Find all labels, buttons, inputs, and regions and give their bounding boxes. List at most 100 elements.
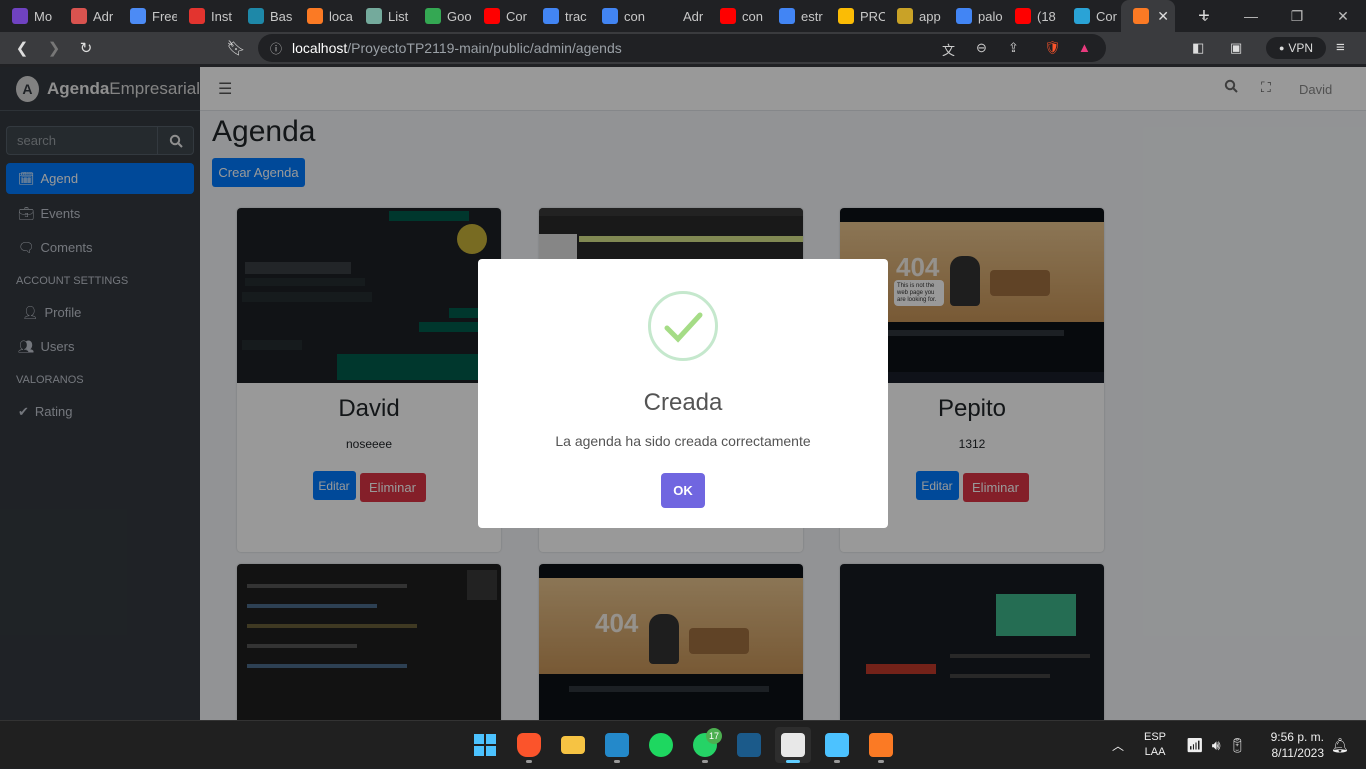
browser-tab-strip: Mo Adr Free Inst Bas loca List Goo Cor trac con Adr… — [0, 0, 1366, 32]
taskbar-vscode[interactable] — [599, 727, 635, 763]
browser-tab[interactable]: con — [708, 0, 767, 32]
xampp-icon — [869, 733, 893, 757]
taskbar-whatsapp[interactable]: 17 — [687, 727, 723, 763]
chatgpt-icon — [366, 8, 382, 24]
address-bar[interactable]: ⓘ localhost/ProyectoTP2119-main/public/a… — [258, 34, 1106, 62]
share-icon[interactable]: ⇪ — [1008, 40, 1019, 56]
mysql-icon — [737, 733, 761, 757]
tab-search-chevron-icon[interactable]: ⌄ — [1182, 8, 1228, 25]
clock-time: 9:56 p. m. — [1270, 730, 1324, 744]
browser-tab-label: loca — [329, 8, 353, 24]
laravel-icon — [189, 8, 205, 24]
taskbar-notepad[interactable] — [819, 727, 855, 763]
notepad-icon — [825, 733, 849, 757]
youtube-icon — [720, 8, 736, 24]
browser-tab[interactable]: Inst — [177, 0, 236, 32]
taskbar-mysql-workbench[interactable] — [731, 727, 767, 763]
taskbar-brave[interactable] — [511, 727, 547, 763]
clock[interactable]: 9:56 p. m. 8/11/2023 — [1264, 721, 1324, 769]
lang-layout: LAA — [1144, 746, 1166, 758]
zoom-icon[interactable]: ⊖ — [976, 40, 987, 56]
browser-tab[interactable]: Cor — [1062, 0, 1121, 32]
browser-tab[interactable]: estr — [767, 0, 826, 32]
close-window-button[interactable]: ✕ — [1320, 8, 1366, 25]
show-hidden-icons[interactable]: ︿ — [1112, 721, 1124, 769]
google-icon — [779, 8, 795, 24]
browser-tab[interactable]: loca — [295, 0, 354, 32]
dialog-title: Creada — [643, 389, 723, 416]
browser-tab[interactable]: PRO — [826, 0, 885, 32]
taskbar: 17 ︿ ESP LAA 📶︎ 🔊︎ 🔋︎ 9:56 p. m. 8/11/20… — [0, 720, 1366, 768]
spotify-icon — [649, 733, 673, 757]
wifi-icon: 📶︎ — [1186, 736, 1204, 753]
forward-icon[interactable]: ❯ — [38, 39, 70, 57]
system-tray[interactable]: 📶︎ 🔊︎ 🔋︎ — [1186, 721, 1246, 769]
browser-tab-label: palo — [978, 8, 1003, 24]
translate-icon[interactable]: 文 — [942, 40, 955, 59]
browser-tab[interactable]: (18 — [1003, 0, 1062, 32]
reload-icon[interactable]: ↻ — [70, 39, 102, 57]
browser-tab[interactable]: Goo — [413, 0, 472, 32]
browser-tab-label: Mo — [34, 8, 53, 24]
bookmark-icon[interactable]: 🔖︎ — [220, 39, 252, 57]
clock-date: 8/11/2023 — [1271, 746, 1325, 760]
cloud-icon — [1074, 8, 1090, 24]
b-letter-icon — [12, 8, 28, 24]
google-drive-icon — [838, 8, 854, 24]
browser-tab[interactable]: palo — [944, 0, 1003, 32]
s-letter-icon — [248, 8, 264, 24]
browser-tab-label: Inst — [211, 8, 232, 24]
taskbar-spotify[interactable] — [643, 727, 679, 763]
browser-tab-label: Goo — [447, 8, 472, 24]
browser-tab[interactable]: Free — [118, 0, 177, 32]
brave-shields-icon[interactable]: 🛡︎ — [1044, 40, 1061, 56]
dot-icon — [71, 8, 87, 24]
browser-tab[interactable]: app — [885, 0, 944, 32]
taskbar-snipping-tool[interactable] — [775, 727, 811, 763]
taskbar-file-explorer[interactable] — [555, 727, 591, 763]
browser-tab-label: app — [919, 8, 941, 24]
browser-tab-label: List — [388, 8, 409, 24]
brave-rewards-icon[interactable]: ▲ — [1078, 40, 1091, 55]
minimize-button[interactable]: — — [1228, 8, 1274, 24]
browser-tab[interactable]: Bas — [236, 0, 295, 32]
wallet-icon[interactable]: ▣ — [1230, 40, 1242, 56]
url-path: /ProyectoTP2119-main/public/admin/agends — [347, 40, 622, 56]
browser-tab-label: con — [624, 8, 645, 24]
notification-badge: 17 — [706, 728, 722, 744]
web-page: A AgendaEmpresarial 🗓︎Agend 💼︎Events 🗨︎C… — [0, 67, 1366, 720]
start-button[interactable] — [467, 727, 503, 763]
back-icon[interactable]: ❮ — [6, 39, 38, 57]
restore-button[interactable]: ❐ — [1274, 8, 1320, 25]
browser-tab[interactable]: ✕ — [1121, 0, 1175, 32]
sidebar-toggle-icon[interactable]: ◧ — [1192, 40, 1204, 56]
browser-tab[interactable]: Adr — [649, 0, 708, 32]
browser-tab-label: con — [742, 8, 763, 24]
vpn-label: VPN — [1288, 41, 1314, 55]
folder-icon — [561, 736, 585, 754]
site-info-icon[interactable]: ⓘ — [270, 40, 282, 57]
close-tab-icon[interactable]: ✕ — [1157, 8, 1169, 25]
flag-icon — [130, 8, 146, 24]
xampp-icon — [1133, 8, 1149, 24]
snipping-tool-icon — [781, 733, 805, 757]
google-icon — [543, 8, 559, 24]
language-indicator[interactable]: ESP LAA — [1144, 721, 1166, 769]
vpn-button[interactable]: ● VPN — [1266, 37, 1326, 59]
browser-tab[interactable]: con — [590, 0, 649, 32]
ok-button[interactable]: OK — [661, 473, 705, 508]
browser-tab[interactable]: List — [354, 0, 413, 32]
browser-tab[interactable]: Mo — [0, 0, 59, 32]
windows-icon — [474, 734, 496, 756]
browser-tab-label: (18 — [1037, 8, 1056, 24]
browser-tab[interactable]: trac — [531, 0, 590, 32]
volume-icon: 🔊︎ — [1211, 736, 1221, 753]
browser-tab[interactable]: Adr — [59, 0, 118, 32]
menu-icon[interactable]: ≡ — [1336, 39, 1345, 56]
browser-tab[interactable]: Cor — [472, 0, 531, 32]
lang-code: ESP — [1144, 731, 1167, 743]
browser-tab-label: Adr — [683, 8, 704, 24]
taskbar-xampp[interactable] — [863, 727, 899, 763]
notifications-bell-icon[interactable]: 🔔︎ — [1331, 721, 1349, 769]
url-host: localhost — [292, 40, 348, 56]
